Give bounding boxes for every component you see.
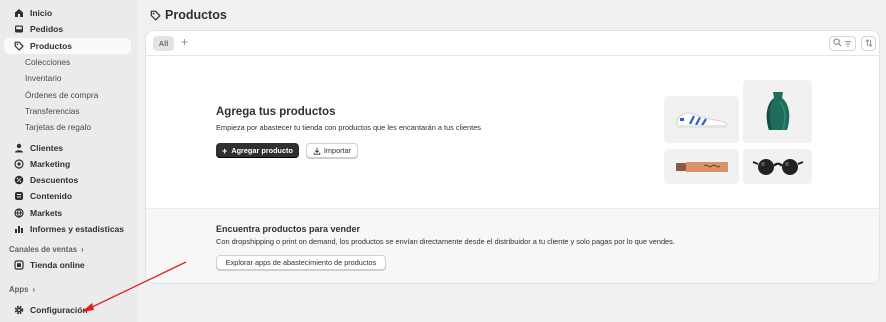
sidebar-item-label: Configuración <box>30 304 88 315</box>
sidebar-item-label: Descuentos <box>30 175 79 186</box>
empty-state: Agrega tus productos Empieza por abastec… <box>146 56 879 208</box>
sidebar: Inicio Pedidos Productos Colecciones Inv… <box>0 0 137 322</box>
card-toolbar: All + <box>146 31 879 56</box>
sidebar-item-productos[interactable]: Productos <box>4 37 131 54</box>
chevron-right-icon: › <box>32 284 36 294</box>
sidebar-item-label: Marketing <box>30 158 71 169</box>
sidebar-item-label: Pedidos <box>30 24 64 35</box>
find-products-description: Con dropshipping o print on demand, los … <box>216 237 675 246</box>
search-filter-button[interactable] <box>829 36 856 51</box>
add-view-button[interactable]: + <box>181 35 188 50</box>
chart-icon <box>13 224 24 235</box>
sidebar-subitem-transferencias[interactable]: Transferencias <box>0 103 137 119</box>
section-label: Canales de ventas <box>9 244 78 254</box>
section-label: Apps <box>9 284 29 294</box>
explore-sourcing-apps-button[interactable]: Explorar apps de abastecimiento de produ… <box>216 255 386 270</box>
products-card: All + Agrega tus productos Empieza por a… <box>146 31 879 283</box>
sidebar-item-label: Contenido <box>30 191 73 202</box>
tab-all[interactable]: All <box>153 36 174 51</box>
chevron-right-icon: › <box>81 244 84 254</box>
sidebar-item-marketing[interactable]: Marketing <box>4 156 131 172</box>
page-title-text: Productos <box>165 8 227 22</box>
sidebar-subitem-tarjetas-regalo[interactable]: Tarjetas de regalo <box>0 119 137 135</box>
store-icon <box>13 260 24 271</box>
sidebar-item-descuentos[interactable]: Descuentos <box>4 172 131 188</box>
sidebar-item-label: Markets <box>30 207 63 218</box>
import-button[interactable]: Importar <box>306 143 358 158</box>
inbox-icon <box>13 24 24 35</box>
gear-icon <box>13 304 24 315</box>
sidebar-item-label: Clientes <box>30 142 64 153</box>
sunglasses-illustration <box>743 149 812 184</box>
vase-illustration <box>743 80 812 143</box>
find-products-section: Encuentra productos para vender Con drop… <box>146 208 879 283</box>
tube-illustration <box>664 149 739 184</box>
globe-icon <box>13 207 24 218</box>
empty-state-title: Agrega tus productos <box>216 106 336 118</box>
sidebar-subitem-colecciones[interactable]: Colecciones <box>0 54 137 70</box>
main-content: Productos All + Agrega tus productos Emp… <box>137 0 886 322</box>
sidebar-item-label: Tienda online <box>30 260 85 271</box>
sidebar-section-canales[interactable]: Canales de ventas › <box>0 241 137 257</box>
add-product-label: Agregar producto <box>231 146 293 155</box>
target-icon <box>13 158 24 169</box>
sidebar-item-clientes[interactable]: Clientes <box>4 139 131 155</box>
plus-icon: + <box>222 145 228 156</box>
sidebar-subitem-inventario[interactable]: Inventario <box>0 70 137 86</box>
sidebar-item-markets[interactable]: Markets <box>4 205 131 221</box>
download-icon <box>313 147 321 155</box>
import-label: Importar <box>323 146 352 155</box>
home-icon <box>13 8 24 19</box>
empty-state-description: Empieza por abastecer tu tienda con prod… <box>216 123 481 132</box>
tag-icon <box>13 40 24 51</box>
shoe-illustration <box>664 96 739 143</box>
find-products-title: Encuentra productos para vender <box>216 224 361 234</box>
person-icon <box>13 142 24 153</box>
sidebar-subitem-ordenes-compra[interactable]: Órdenes de compra <box>0 86 137 102</box>
sidebar-item-pedidos[interactable]: Pedidos <box>4 21 131 37</box>
sidebar-item-tienda-online[interactable]: Tienda online <box>4 257 131 273</box>
search-icon <box>833 38 842 49</box>
discount-icon <box>13 175 24 186</box>
content-icon <box>13 191 24 202</box>
sidebar-item-inicio[interactable]: Inicio <box>4 5 131 21</box>
add-product-button[interactable]: + Agregar producto <box>216 143 299 158</box>
sidebar-item-label: Productos <box>30 40 73 51</box>
sort-button[interactable] <box>861 36 876 51</box>
sidebar-item-configuracion[interactable]: Configuración <box>4 301 131 317</box>
sidebar-item-informes[interactable]: Informes y estadísticas <box>4 221 131 237</box>
sort-icon <box>864 38 873 49</box>
page-title: Productos <box>150 8 227 22</box>
sidebar-item-label: Informes y estadísticas <box>30 224 125 234</box>
tag-icon <box>150 10 161 21</box>
sidebar-item-label: Inicio <box>30 8 53 19</box>
sidebar-section-apps[interactable]: Apps › <box>0 281 137 297</box>
sidebar-item-contenido[interactable]: Contenido <box>4 188 131 204</box>
filter-icon <box>844 40 852 48</box>
